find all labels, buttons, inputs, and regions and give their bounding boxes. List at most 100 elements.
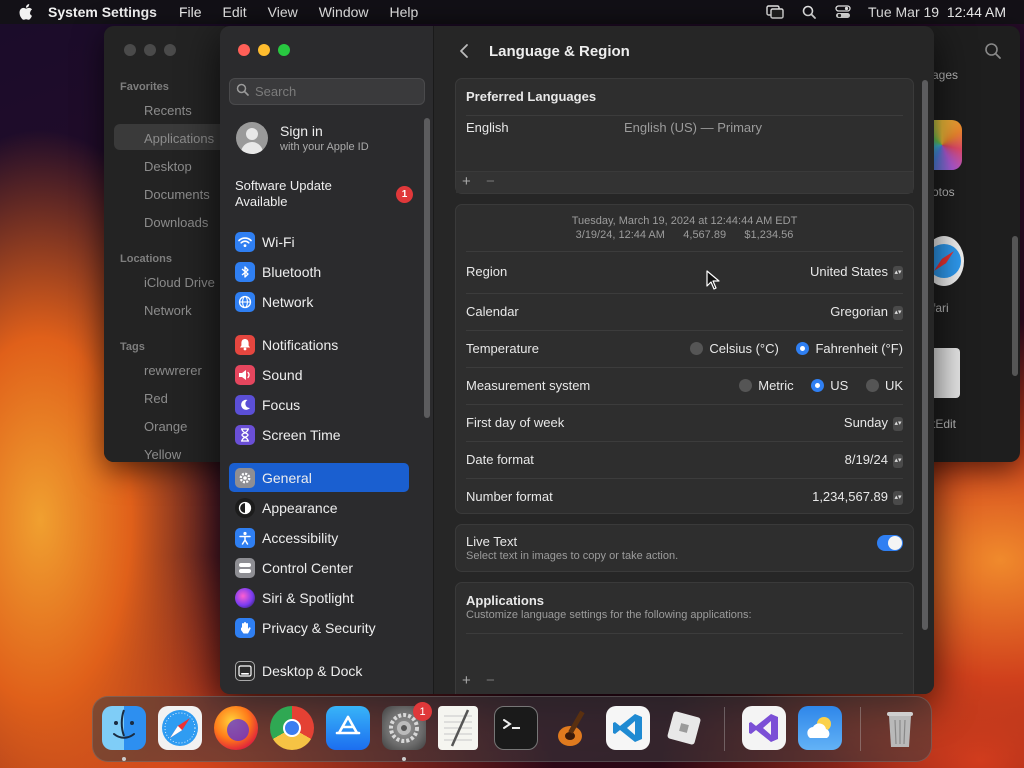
search-input[interactable] [255, 84, 415, 99]
number-format-popup[interactable]: 1,234,567.89 ▴▾ [812, 489, 903, 505]
sidebar-item-focus[interactable]: Focus [229, 390, 409, 419]
sidebar-label-bluetooth: Bluetooth [262, 263, 322, 280]
region-value: United States [809, 264, 888, 279]
radio-circle [739, 379, 753, 393]
dock-garageband-icon[interactable] [550, 706, 594, 750]
finder-tag-yellow[interactable]: Yellow [144, 447, 181, 462]
finder-tag-orange[interactable]: Orange [144, 419, 187, 434]
dock-separator [724, 707, 725, 751]
dock-terminal-icon[interactable] [494, 706, 538, 750]
celsius-radio[interactable]: Celsius (°C) [690, 341, 779, 356]
sidebar-item-siri-spotlight[interactable]: Siri & Spotlight [229, 583, 409, 612]
finder-item-network[interactable]: Network [144, 303, 192, 318]
menu-bar-clock[interactable]: Tue Mar 19 12:44 AM [868, 4, 1006, 20]
sidebar-item-accessibility[interactable]: Accessibility [229, 523, 409, 552]
language-region-pane: Language & Region Preferred Languages En… [435, 26, 934, 694]
finder-item-downloads[interactable]: Downloads [144, 215, 208, 230]
add-application-button[interactable]: + [462, 672, 471, 689]
language-row[interactable]: English English (US) — Primary [466, 120, 903, 135]
fahrenheit-radio[interactable]: Fahrenheit (°F) [796, 341, 903, 356]
dock-trash-icon[interactable] [878, 706, 922, 750]
finder-locations-header: Locations [120, 253, 172, 265]
divider [466, 251, 903, 252]
sidebar-item-appearance[interactable]: Appearance [229, 493, 409, 522]
dock-vscode-icon[interactable] [606, 706, 650, 750]
sidebar-label-sound: Sound [262, 366, 303, 383]
finder-scrollbar[interactable] [1012, 236, 1018, 376]
date-format-popup[interactable]: 8/19/24 ▴▾ [845, 452, 903, 468]
pane-header: Language & Region [459, 42, 630, 60]
finder-tag-rewwrerer[interactable]: rewwrerer [144, 363, 202, 378]
sidebar-label-accessibility: Accessibility [262, 529, 339, 546]
sidebar-label-wifi: Wi-Fi [262, 233, 295, 250]
spotlight-search-icon[interactable] [800, 4, 818, 20]
sidebar-item-general[interactable]: General [229, 463, 409, 492]
screen-mirroring-icon[interactable] [766, 4, 784, 20]
dock-roblox-icon[interactable] [662, 706, 706, 750]
control-center-icon[interactable] [834, 4, 852, 20]
dock-visual-studio-icon[interactable] [742, 706, 786, 750]
dock-safari-icon[interactable] [158, 706, 202, 750]
menu-view[interactable]: View [268, 4, 298, 20]
menu-help[interactable]: Help [390, 4, 419, 20]
sidebar-item-notifications[interactable]: Notifications [229, 330, 409, 359]
menu-edit[interactable]: Edit [223, 4, 247, 20]
calendar-popup[interactable]: Gregorian ▴▾ [830, 304, 903, 320]
apple-id-signin[interactable]: Sign in with your Apple ID [236, 122, 369, 154]
uk-radio[interactable]: UK [865, 378, 903, 393]
appearance-icon [235, 497, 255, 518]
sidebar-item-wifi[interactable]: Wi-Fi [229, 227, 409, 256]
menu-file[interactable]: File [179, 4, 202, 20]
menu-window[interactable]: Window [319, 4, 369, 20]
add-language-button[interactable]: + [462, 173, 471, 190]
dock-app-store-icon[interactable] [326, 706, 370, 750]
divider [466, 441, 903, 442]
globe-icon [235, 291, 255, 312]
back-chevron-icon[interactable] [459, 42, 473, 60]
sidebar-item-desktop-dock[interactable]: Desktop & Dock [229, 656, 409, 685]
dock-chrome-icon[interactable] [270, 706, 314, 750]
finder-tag-red[interactable]: Red [144, 391, 168, 406]
region-popup[interactable]: United States ▴▾ [810, 264, 903, 280]
system-settings-window[interactable]: Sign in with your Apple ID Software Upda… [220, 26, 934, 694]
applications-add-remove-bar: + − [456, 671, 913, 693]
finder-item-icloud-drive[interactable]: iCloud Drive [144, 275, 215, 290]
software-update-item[interactable]: Software Update Available 1 [235, 178, 419, 210]
sidebar-item-sound[interactable]: Sound [229, 360, 409, 389]
finder-partial-label-textedit: tEdit [932, 417, 957, 431]
signin-subtitle: with your Apple ID [280, 141, 369, 153]
first-day-popup[interactable]: Sunday ▴▾ [844, 415, 903, 431]
content-scrollbar[interactable] [922, 80, 928, 630]
close-button[interactable] [238, 44, 250, 56]
finder-item-desktop[interactable]: Desktop [144, 159, 192, 174]
dock-firefox-icon[interactable] [214, 706, 258, 750]
sidebar-item-network[interactable]: Network [229, 287, 409, 316]
us-radio[interactable]: US [811, 378, 848, 393]
live-text-toggle[interactable] [877, 535, 903, 551]
dock-textedit-icon[interactable] [438, 706, 478, 750]
finder-search-icon[interactable] [984, 42, 1002, 65]
software-update-label: Software Update Available [235, 178, 332, 209]
app-name-menu[interactable]: System Settings [48, 4, 157, 20]
finder-item-documents[interactable]: Documents [144, 187, 210, 202]
finder-window-controls [124, 44, 176, 56]
finder-tags-header: Tags [120, 341, 145, 353]
sidebar-scrollbar[interactable] [424, 118, 430, 418]
metric-radio[interactable]: Metric [739, 378, 794, 393]
finder-item-applications[interactable]: Applications [144, 131, 214, 146]
avatar-icon [236, 122, 268, 154]
apple-menu-icon[interactable] [18, 4, 34, 20]
divider [466, 115, 903, 116]
minimize-button[interactable] [258, 44, 270, 56]
sidebar-item-screen-time[interactable]: Screen Time [229, 420, 409, 449]
zoom-button[interactable] [278, 44, 290, 56]
finder-item-recents[interactable]: Recents [144, 103, 192, 118]
sidebar-search-field[interactable] [229, 78, 425, 105]
sidebar-item-bluetooth[interactable]: Bluetooth [229, 257, 409, 286]
remove-application-button[interactable]: − [486, 672, 495, 689]
dock-finder-icon[interactable] [102, 706, 146, 750]
dock-weather-icon[interactable] [798, 706, 842, 750]
remove-language-button[interactable]: − [486, 173, 495, 190]
sidebar-item-privacy-security[interactable]: Privacy & Security [229, 613, 409, 642]
sidebar-item-control-center[interactable]: Control Center [229, 553, 409, 582]
